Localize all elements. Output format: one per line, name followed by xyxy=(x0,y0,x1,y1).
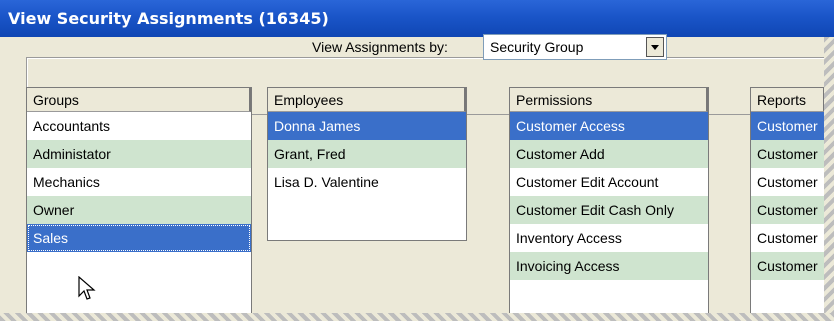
list-item[interactable]: Owner xyxy=(27,196,251,224)
torn-edge-bottom xyxy=(0,313,834,321)
list-item[interactable]: Invoicing Access xyxy=(510,252,708,280)
list-item[interactable]: Customer xyxy=(751,252,825,280)
mouse-pointer-icon xyxy=(78,276,96,300)
view-by-value: Security Group xyxy=(490,39,584,55)
list-item[interactable]: Donna James xyxy=(268,112,466,140)
list-item[interactable]: Accountants xyxy=(27,112,251,140)
list-item[interactable]: Customer xyxy=(751,196,825,224)
list-item[interactable]: Sales xyxy=(27,224,251,252)
groups-list[interactable]: Groups Accountants Administator Mechanic… xyxy=(26,87,252,321)
view-by-label: View Assignments by: xyxy=(312,39,448,55)
reports-header[interactable]: Reports xyxy=(751,88,825,112)
chevron-down-icon[interactable] xyxy=(646,37,664,57)
list-item[interactable]: Inventory Access xyxy=(510,224,708,252)
list-item[interactable]: Customer Access xyxy=(510,112,708,140)
employees-header[interactable]: Employees xyxy=(268,88,466,112)
reports-list[interactable]: Reports Customer Customer Customer Custo… xyxy=(750,87,826,321)
list-item[interactable]: Customer xyxy=(751,224,825,252)
list-item[interactable]: Customer xyxy=(751,112,825,140)
list-item[interactable]: Customer Edit Cash Only xyxy=(510,196,708,224)
list-item[interactable]: Lisa D. Valentine xyxy=(268,168,466,196)
list-item[interactable]: Customer Add xyxy=(510,140,708,168)
list-item[interactable]: Mechanics xyxy=(27,168,251,196)
list-item[interactable]: Grant, Fred xyxy=(268,140,466,168)
torn-edge-right xyxy=(824,37,834,321)
window-title: View Security Assignments (16345) xyxy=(0,0,834,37)
permissions-list[interactable]: Permissions Customer Access Customer Add… xyxy=(509,87,709,321)
list-item[interactable]: Customer xyxy=(751,168,825,196)
employees-list[interactable]: Employees Donna James Grant, Fred Lisa D… xyxy=(267,87,467,241)
permissions-header[interactable]: Permissions xyxy=(510,88,708,112)
list-item[interactable]: Customer Edit Account xyxy=(510,168,708,196)
view-by-select[interactable]: Security Group xyxy=(483,34,667,60)
list-item[interactable]: Administator xyxy=(27,140,251,168)
list-item[interactable]: Customer xyxy=(751,140,825,168)
groups-header[interactable]: Groups xyxy=(27,88,251,112)
